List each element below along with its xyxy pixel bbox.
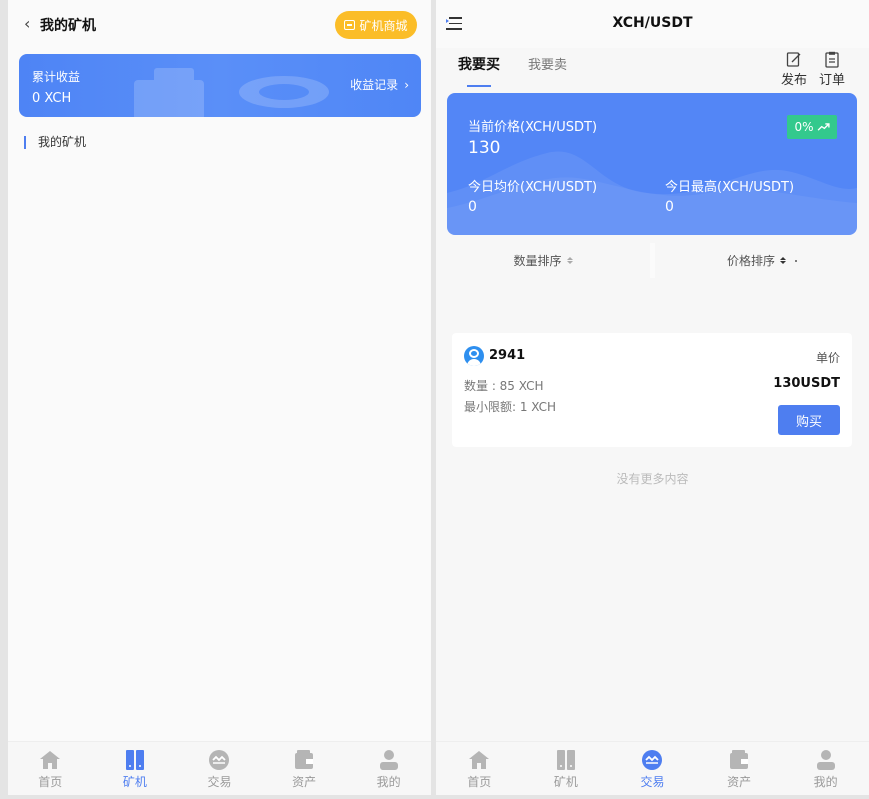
seller-name: 2941 <box>489 348 526 363</box>
tab-buy[interactable]: 我要买 <box>458 54 500 87</box>
page-title: 我的矿机 <box>40 18 96 34</box>
price-card: 当前价格(XCH/USDT) 130 0% 今日均价(XCH/USDT) 0 今… <box>447 93 857 235</box>
trade-icon <box>642 750 663 770</box>
order-quantity: 数量 : 85 XCH <box>464 379 544 393</box>
earnings-label: 累计收益 <box>32 70 81 84</box>
shop-icon <box>344 20 356 30</box>
change-value: 0% <box>794 120 814 134</box>
publish-label: 发布 <box>780 73 807 88</box>
miner-icon <box>556 750 575 770</box>
sort-arrows-icon <box>566 257 573 264</box>
trade-tabs: 我要买 我要卖 <box>458 54 567 87</box>
order-min-limit: 最小限额: 1 XCH <box>464 400 557 414</box>
orders-label: 订单 <box>818 73 845 88</box>
tab-label: 资产 <box>727 775 752 789</box>
home-icon <box>40 751 61 769</box>
sort-by-price[interactable]: 价格排序 <box>650 243 869 278</box>
wallet-icon <box>295 750 314 769</box>
sort-bar: 数量排序 价格排序 <box>436 243 869 278</box>
unit-price-label: 单价 <box>815 351 840 365</box>
tab-assets[interactable]: 资产 <box>262 742 347 795</box>
current-price-value: 130 <box>468 138 501 158</box>
miner-icon <box>125 750 144 770</box>
tab-label: 我的 <box>376 775 401 789</box>
orders-button[interactable]: 订单 <box>819 51 845 88</box>
dot-icon <box>795 259 797 262</box>
pair-title: XCH/USDT <box>612 15 693 31</box>
tab-assets[interactable]: 资产 <box>696 742 783 795</box>
order-card: 2941 单价 数量 : 85 XCH 最小限额: 1 XCH 130USDT … <box>452 333 852 447</box>
bottom-tabbar: 首页 矿机 交易 资产 我的 <box>436 741 869 795</box>
sort-price-label: 价格排序 <box>726 254 775 268</box>
earnings-record-label: 收益记录 <box>350 78 399 92</box>
tab-home[interactable]: 首页 <box>8 742 93 795</box>
tab-label: 首页 <box>467 775 492 789</box>
miner-shop-label: 矿机商城 <box>359 18 408 33</box>
tab-mine[interactable]: 我的 <box>346 742 431 795</box>
tab-miner[interactable]: 矿机 <box>523 742 610 795</box>
tab-label: 交易 <box>207 775 232 789</box>
user-icon <box>816 750 835 770</box>
earnings-card: 累计收益 0 XCH 收益记录 › <box>19 54 421 117</box>
tab-miner[interactable]: 矿机 <box>93 742 178 795</box>
tab-label: 我的 <box>813 775 838 789</box>
tab-home[interactable]: 首页 <box>436 742 523 795</box>
earnings-record-link[interactable]: 收益记录 › <box>350 76 409 93</box>
home-icon <box>469 751 490 769</box>
section-title: 我的矿机 <box>24 136 86 149</box>
tab-label: 资产 <box>292 775 317 789</box>
edit-icon <box>786 52 801 67</box>
tab-label: 矿机 <box>122 775 147 789</box>
bottom-tabbar: 首页 矿机 交易 资产 我的 <box>8 741 431 795</box>
tab-trade[interactable]: 交易 <box>177 742 262 795</box>
earnings-value: 0 XCH <box>32 91 72 106</box>
no-more-text: 没有更多内容 <box>616 472 689 486</box>
sort-by-quantity[interactable]: 数量排序 <box>436 243 650 278</box>
wallet-icon <box>730 750 749 769</box>
trade-screen: XCH/USDT 我要买 我要卖 发布 订单 当前价格(XCH/USDT) 13… <box>436 0 869 795</box>
user-icon <box>379 750 398 770</box>
tab-trade[interactable]: 交易 <box>609 742 696 795</box>
avg-price-value: 0 <box>468 199 477 215</box>
buy-button[interactable]: 购买 <box>778 405 840 435</box>
miner-screen: ‹ 我的矿机 矿机商城 累计收益 0 XCH 收益记录 › 我的矿机 首页 矿机 <box>8 0 431 795</box>
publish-button[interactable]: 发布 <box>781 51 807 88</box>
sort-arrows-icon <box>780 257 786 264</box>
trade-icon <box>209 750 230 770</box>
unit-price-value: 130USDT <box>773 376 840 391</box>
tab-label: 首页 <box>38 775 63 789</box>
high-price-label: 今日最高(XCH/USDT) <box>665 180 795 195</box>
current-price-label: 当前价格(XCH/USDT) <box>468 120 598 135</box>
header: ‹ 我的矿机 矿机商城 <box>8 0 431 48</box>
back-arrow-icon[interactable]: ‹ <box>24 14 30 33</box>
avg-price-label: 今日均价(XCH/USDT) <box>468 180 598 195</box>
toolbar: 发布 订单 <box>781 51 845 88</box>
tab-label: 交易 <box>640 775 665 789</box>
miner-shop-button[interactable]: 矿机商城 <box>335 11 417 39</box>
sort-quantity-label: 数量排序 <box>513 254 562 268</box>
tab-sell[interactable]: 我要卖 <box>528 54 567 73</box>
high-price-value: 0 <box>665 199 674 215</box>
tab-mine[interactable]: 我的 <box>782 742 869 795</box>
decoration-icon <box>134 68 329 117</box>
chevron-right-icon: › <box>404 77 409 92</box>
tab-label: 矿机 <box>553 775 578 789</box>
header: XCH/USDT <box>436 0 869 48</box>
change-badge: 0% <box>787 115 837 139</box>
avatar-icon <box>464 346 484 366</box>
trend-up-icon <box>817 122 830 131</box>
clipboard-icon <box>825 51 839 68</box>
